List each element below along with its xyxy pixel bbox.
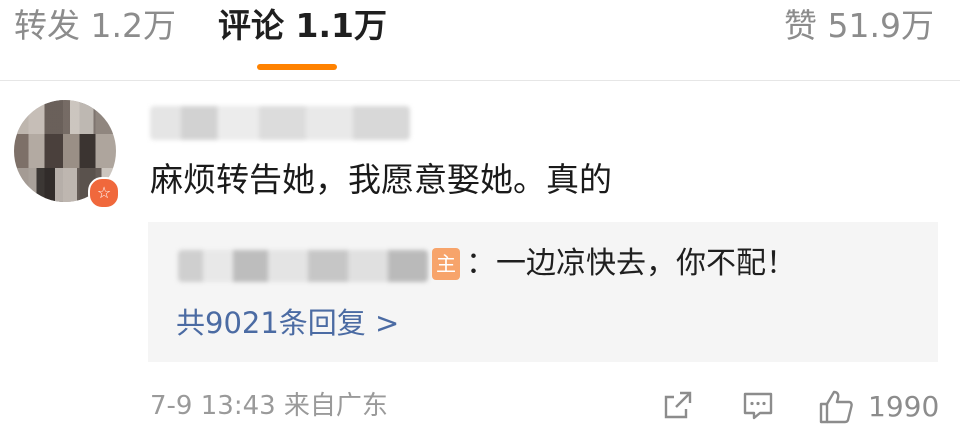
tab-bar: 转发 1.2万 评论 1.1万 赞 51.9万: [0, 0, 960, 81]
reply-preview-box[interactable]: 主 ：一边凉快去，你不配！ 共9021条回复 >: [148, 222, 938, 362]
comment-text: 麻烦转告她，我愿意娶她。真的: [150, 160, 612, 199]
tab-repost[interactable]: 转发 1.2万: [14, 6, 176, 46]
reply-button[interactable]: [740, 387, 776, 427]
comment-page: 转发 1.2万 评论 1.1万 赞 51.9万 ☆ 麻烦转告她，我愿意娶她。真的…: [0, 0, 960, 443]
author-badge: 主: [432, 248, 460, 280]
comment-meta: 7-9 13:43 来自广东: [150, 391, 388, 421]
avatar-pixelation: [14, 100, 116, 134]
weibo-verified-icon: ☆: [88, 177, 120, 209]
active-tab-indicator: [257, 64, 337, 70]
tab-like[interactable]: 赞 51.9万: [784, 6, 934, 46]
view-replies-link[interactable]: 共9021条回复 >: [176, 304, 399, 342]
username-blurred[interactable]: [150, 106, 410, 140]
tab-comment[interactable]: 评论 1.1万: [218, 6, 387, 46]
like-count: 1990: [868, 390, 940, 423]
share-button[interactable]: [660, 387, 696, 427]
thumbs-up-icon: [819, 390, 853, 424]
reply-text: ：一边凉快去，你不配！: [466, 246, 796, 281]
comment-icon: [743, 392, 773, 420]
reply-username-blurred[interactable]: [178, 250, 428, 282]
share-icon: [664, 391, 692, 419]
like-button[interactable]: 1990: [816, 387, 946, 427]
